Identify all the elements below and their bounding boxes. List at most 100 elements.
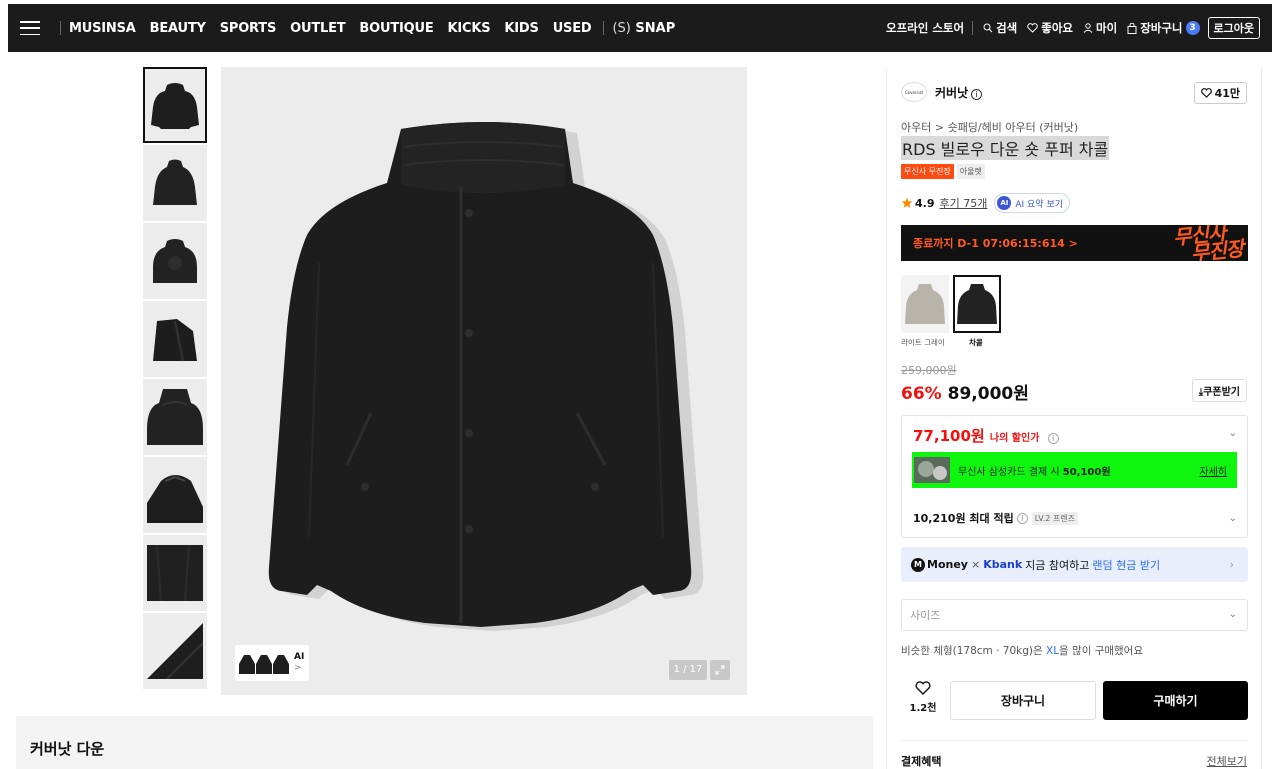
chevron-right-icon: › bbox=[1229, 558, 1234, 571]
mini-jacket-icon bbox=[273, 655, 289, 674]
color-swatch-light-gray[interactable] bbox=[901, 275, 949, 333]
color-label-light-gray: 라이트 그레이 bbox=[901, 338, 945, 347]
event-timer-banner[interactable]: 종료까지 D-1 07:06:15:614 > 무신사 무진장 bbox=[901, 225, 1248, 261]
product-title: RDS 빌로우 다운 숏 푸퍼 차콜 bbox=[901, 136, 1110, 160]
ai-text: AI bbox=[294, 652, 305, 662]
nav-boutique[interactable]: BOUTIQUE bbox=[359, 21, 433, 36]
badge-row: 무신사 무진장 아울렛 bbox=[901, 164, 985, 179]
buy-now-button[interactable]: 구매하기 bbox=[1103, 681, 1248, 720]
card-details-link[interactable]: 자세히 bbox=[1199, 463, 1227, 478]
coupon-button[interactable]: ⤓쿠폰받기 bbox=[1191, 379, 1247, 402]
nav-right: 오프라인 스토어 검색 좋아요 마이 장바구니 3 로그아웃 bbox=[876, 17, 1260, 39]
nav-musinsa[interactable]: MUSINSA bbox=[69, 21, 136, 36]
thumbnail-7[interactable] bbox=[143, 535, 207, 611]
original-price: 259,000원 bbox=[901, 364, 957, 377]
similar-prefix: 비슷한 체형(178cm · 70kg)은 bbox=[901, 645, 1043, 657]
brand-section: 커버낫 다운 bbox=[16, 716, 873, 769]
similar-body-recommendation: 비슷한 체형(178cm · 70kg)은 XL을 많이 구매했어요 bbox=[901, 643, 1143, 658]
thumbnail-5[interactable] bbox=[143, 379, 207, 455]
nav-divider bbox=[972, 21, 974, 35]
nav-sports[interactable]: SPORTS bbox=[220, 21, 277, 36]
card-image bbox=[914, 457, 950, 483]
ai-summary-button[interactable]: AI AI 요약 보기 bbox=[994, 193, 1071, 213]
nav-kids[interactable]: KIDS bbox=[504, 21, 538, 36]
info-icon: i bbox=[1016, 512, 1028, 524]
nav-beauty[interactable]: BEAUTY bbox=[150, 21, 206, 36]
thumbnail-6[interactable] bbox=[143, 457, 207, 533]
money-icon: M bbox=[911, 557, 925, 572]
add-to-cart-button[interactable]: 장바구니 bbox=[950, 681, 1096, 720]
main-product-image[interactable]: AI > 1 / 17 bbox=[221, 67, 747, 695]
thumbnail-3[interactable] bbox=[143, 223, 207, 299]
chevron-down-icon[interactable]: ⌄ bbox=[1229, 428, 1237, 439]
bag-icon bbox=[1127, 22, 1137, 34]
chevron-down-icon[interactable]: ⌄ bbox=[1229, 513, 1237, 524]
thumbnail-4[interactable] bbox=[143, 301, 207, 377]
jacket-thumbnail bbox=[153, 159, 197, 205]
nav-cart[interactable]: 장바구니 3 bbox=[1127, 20, 1200, 36]
nav-search[interactable]: 검색 bbox=[983, 20, 1017, 36]
ai-styling-label: AI > bbox=[294, 652, 304, 674]
brand-logo: Covernat bbox=[901, 82, 927, 102]
discount-box: 77,100원 나의 할인가 i ⌄ 무신사 삼성카드 결제 시 50,100원… bbox=[901, 415, 1248, 538]
nav-likes[interactable]: 좋아요 bbox=[1027, 20, 1073, 36]
my-price-row[interactable]: 77,100원 나의 할인가 i bbox=[913, 425, 1059, 446]
money-highlight-text: 랜덤 현금 받기 bbox=[1092, 558, 1161, 572]
ai-styling-button[interactable]: AI > bbox=[235, 645, 309, 681]
sale-price: 89,000원 bbox=[947, 384, 1029, 404]
thumbnail-1[interactable] bbox=[143, 67, 207, 143]
money-join-text: 지금 참여하고 bbox=[1025, 558, 1090, 572]
nav-snap[interactable]: (S) SNAP bbox=[612, 21, 675, 36]
breadcrumb[interactable]: 아우터 > 숏패딩/헤비 아우터 (커버낫) bbox=[901, 119, 1078, 135]
jacket-swatch-image bbox=[957, 284, 997, 324]
jacket-thumbnail bbox=[153, 239, 197, 283]
money-label: Money bbox=[927, 558, 968, 571]
thumbnail-list bbox=[143, 67, 207, 691]
expand-button[interactable] bbox=[710, 660, 730, 680]
jacket-thumbnail bbox=[147, 623, 203, 679]
thumbnail-8[interactable] bbox=[143, 613, 207, 689]
similar-size: XL bbox=[1046, 645, 1060, 657]
my-price-label: 나의 할인가 bbox=[989, 433, 1040, 444]
nav-my-label: 마이 bbox=[1096, 21, 1118, 35]
product-info-panel: Covernat 커버낫 i 41만 아우터 > 숏패딩/헤비 아우터 (커버낫)… bbox=[886, 67, 1262, 769]
similar-suffix: 을 많이 구매했어요 bbox=[1059, 645, 1144, 657]
jacket-image bbox=[268, 122, 704, 631]
size-select[interactable]: 사이즈 ⌄ bbox=[901, 599, 1248, 631]
jacket-swatch-image bbox=[905, 284, 945, 324]
heart-icon bbox=[1027, 23, 1039, 33]
brand-name-text: 커버낫 bbox=[935, 85, 969, 100]
color-swatch-charcoal[interactable] bbox=[953, 275, 1001, 333]
menu-icon[interactable] bbox=[20, 21, 40, 35]
ai-thumbnails bbox=[239, 652, 290, 674]
color-label-charcoal: 차콜 bbox=[969, 338, 983, 347]
nav-outlet[interactable]: OUTLET bbox=[290, 21, 346, 36]
nav-likes-label: 좋아요 bbox=[1041, 21, 1074, 35]
heart-icon bbox=[915, 681, 931, 695]
nav-offline-store[interactable]: 오프라인 스토어 bbox=[886, 20, 964, 36]
ai-icon: AI bbox=[997, 196, 1012, 210]
wish-count: 1.2천 bbox=[909, 703, 937, 714]
product-like-button[interactable]: 41만 bbox=[1193, 82, 1247, 104]
nav-used[interactable]: USED bbox=[553, 21, 592, 36]
mini-jacket-icon bbox=[256, 655, 272, 674]
search-icon bbox=[983, 23, 993, 33]
info-icon[interactable]: i bbox=[971, 88, 983, 100]
card-promo-banner[interactable]: 무신사 삼성카드 결제 시 50,100원 자세히 bbox=[912, 452, 1237, 488]
max-points: 10,210원 최대 적립 bbox=[913, 512, 1014, 525]
level-badge: LV.2 프렌즈 bbox=[1031, 511, 1078, 525]
coupon-label: 쿠폰받기 bbox=[1203, 387, 1240, 398]
review-count-link[interactable]: 후기 75개 bbox=[940, 195, 988, 211]
brand-row[interactable]: Covernat 커버낫 i bbox=[901, 82, 983, 102]
wishlist-button[interactable]: 1.2천 bbox=[901, 681, 945, 719]
logout-button[interactable]: 로그아웃 bbox=[1207, 17, 1260, 39]
size-placeholder: 사이즈 bbox=[910, 609, 941, 622]
nav-my[interactable]: 마이 bbox=[1083, 20, 1117, 36]
event-logo-line2: 무진장 bbox=[1189, 236, 1245, 261]
points-row[interactable]: 10,210원 최대 적립 i LV.2 프렌즈 bbox=[913, 510, 1078, 526]
nav-kicks[interactable]: KICKS bbox=[448, 21, 491, 36]
thumbnail-2[interactable] bbox=[143, 145, 207, 221]
money-kbank-banner[interactable]: M Money × Kbank 지금 참여하고 랜덤 현금 받기 › bbox=[901, 547, 1248, 582]
see-all-link[interactable]: 전체보기 bbox=[1207, 753, 1247, 769]
star-icon bbox=[901, 197, 913, 208]
